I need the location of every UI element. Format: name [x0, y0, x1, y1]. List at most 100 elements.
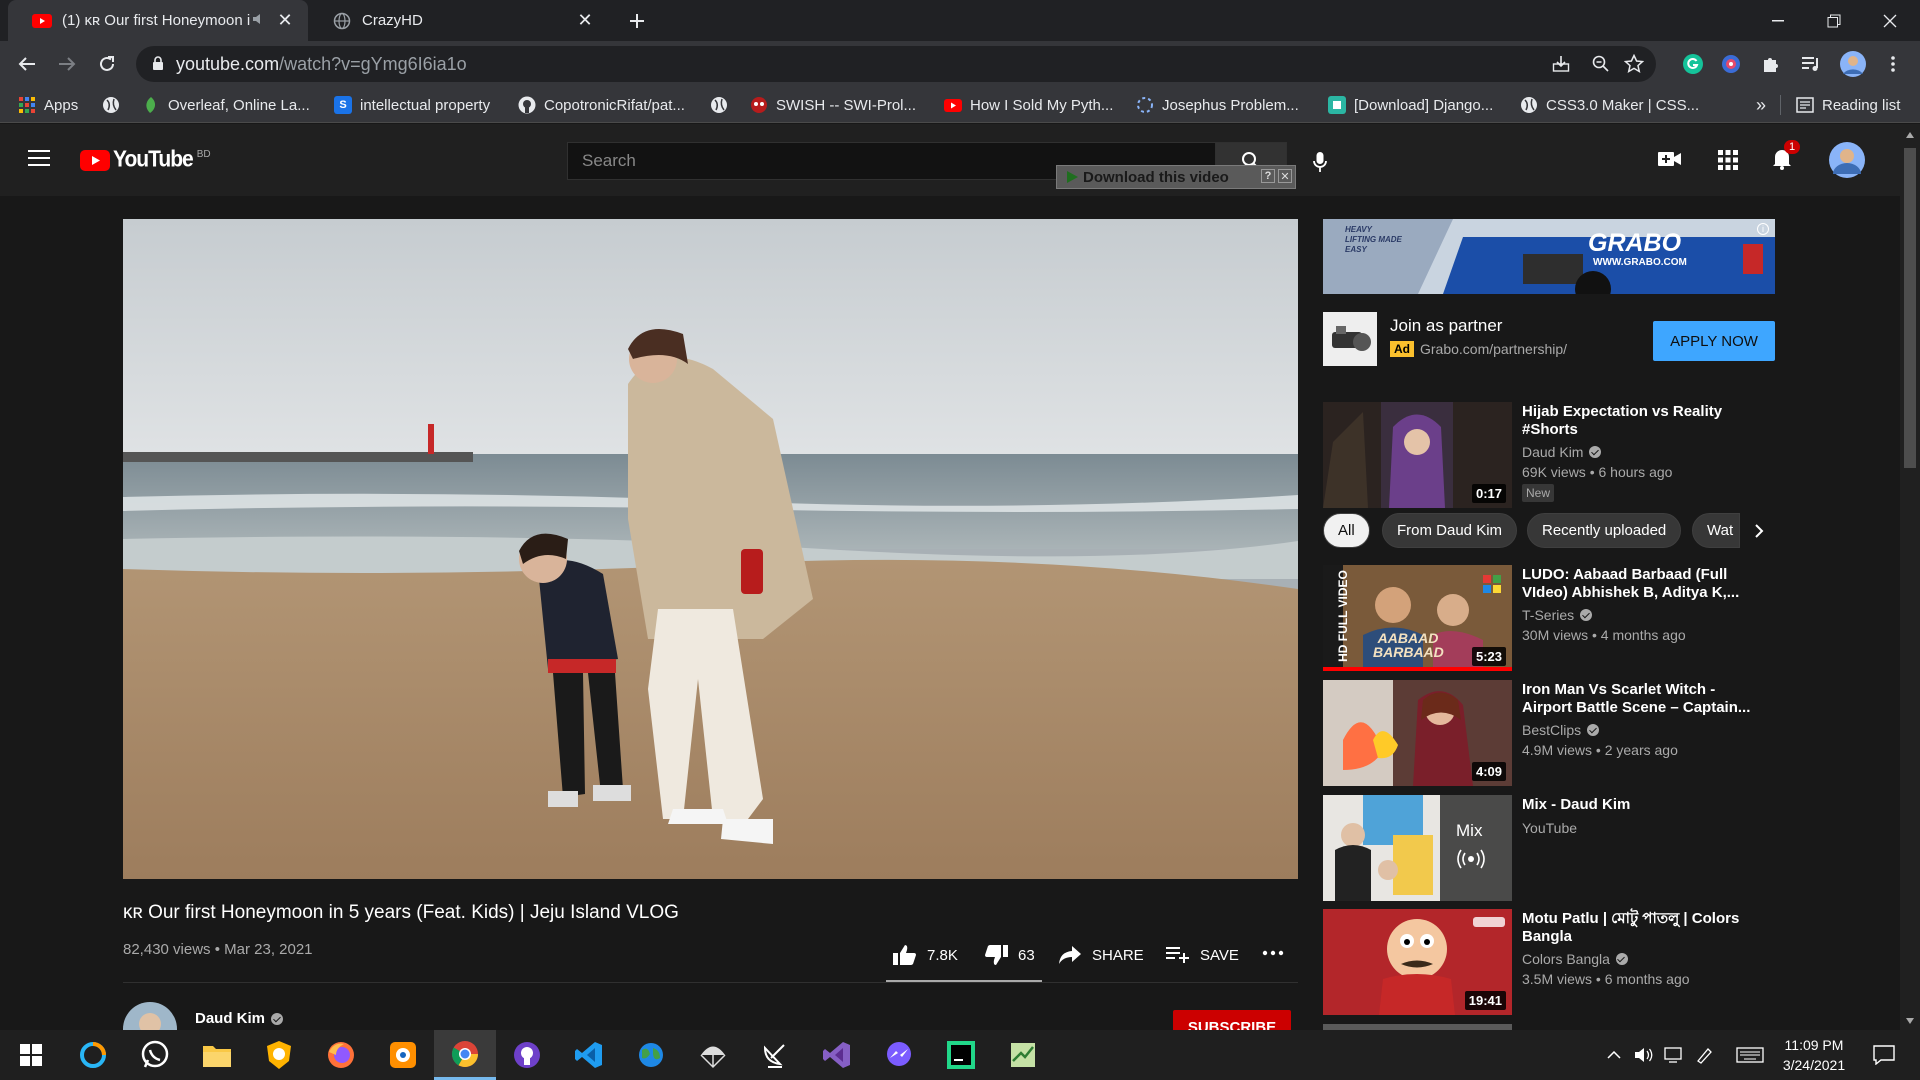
- ad-title[interactable]: Join as partner: [1390, 316, 1502, 336]
- clock[interactable]: 11:09 PM 3/24/2021: [1772, 1030, 1856, 1080]
- scroll-down-arrow-icon[interactable]: [1906, 1018, 1914, 1024]
- taskbar-app-whatsapp[interactable]: [124, 1030, 186, 1080]
- profile-avatar[interactable]: [1838, 49, 1868, 79]
- save-button[interactable]: SAVE: [1166, 940, 1239, 970]
- tab-close-icon[interactable]: ✕: [576, 11, 594, 29]
- related-thumbnail[interactable]: HD FULL VIDEO AABAAD BARBAAD 5:23: [1323, 565, 1512, 671]
- related-channel[interactable]: T-Series: [1522, 607, 1593, 623]
- help-icon[interactable]: ?: [1261, 169, 1275, 183]
- bookmark-css3-maker[interactable]: CSS3.0 Maker | CSS...: [1520, 87, 1699, 123]
- dislike-button[interactable]: 63: [984, 940, 1035, 970]
- notifications-button[interactable]: 1: [1772, 140, 1801, 170]
- taskbar-app-sync[interactable]: [62, 1030, 124, 1080]
- bookmark-swish[interactable]: SWISH -- SWI-Prol...: [750, 87, 916, 123]
- taskbar-app-pycharm[interactable]: [930, 1030, 992, 1080]
- bookmark-overleaf[interactable]: Overleaf, Online La...: [142, 87, 310, 123]
- tray-overflow-chevron-icon[interactable]: [1602, 1030, 1626, 1080]
- chips-next-button[interactable]: [1742, 513, 1776, 548]
- chrome-menu-icon[interactable]: [1878, 49, 1908, 79]
- like-button[interactable]: 7.8K: [893, 940, 958, 970]
- youtube-logo[interactable]: YouTube BD: [80, 147, 211, 172]
- bookmarks-overflow-button[interactable]: »: [1756, 87, 1766, 123]
- taskbar-app-globe[interactable]: [620, 1030, 682, 1080]
- related-channel[interactable]: Colors Bangla: [1522, 951, 1628, 967]
- taskbar-app-file-explorer[interactable]: [186, 1030, 248, 1080]
- related-thumbnail[interactable]: 0:17: [1323, 402, 1512, 508]
- taskbar-app-blender[interactable]: [372, 1030, 434, 1080]
- taskbar-app-balloon[interactable]: [682, 1030, 744, 1080]
- bookmark-django[interactable]: [Download] Django...: [1328, 87, 1493, 123]
- taskbar-app-brave[interactable]: [248, 1030, 310, 1080]
- bookmark-github-copotronic[interactable]: CopotronicRifat/pat...: [518, 87, 685, 123]
- related-title[interactable]: Hijab Expectation vs Reality #Shorts: [1522, 403, 1757, 439]
- create-video-button[interactable]: [1658, 150, 1682, 168]
- taskbar-app-spreadsheet[interactable]: [992, 1030, 1054, 1080]
- taskbar-app-visual-studio[interactable]: [806, 1030, 868, 1080]
- taskbar-app-firefox[interactable]: [310, 1030, 372, 1080]
- chip-from-daud-kim[interactable]: From Daud Kim: [1382, 513, 1518, 548]
- ad-banner[interactable]: GRABO WWW.GRABO.COM HEAVY LIFTING MADE E…: [1323, 219, 1775, 294]
- new-tab-button[interactable]: [622, 6, 652, 36]
- tab-youtube[interactable]: (1) ᴋʀ Our first Honeymoon i ✕: [8, 0, 308, 41]
- bookmark-globe-2[interactable]: [710, 87, 736, 123]
- apps-button[interactable]: [1718, 150, 1738, 170]
- windows-start-button[interactable]: [0, 1030, 62, 1080]
- chip-watched[interactable]: Wat: [1692, 513, 1740, 548]
- taskbar-app-satellite[interactable]: [744, 1030, 806, 1080]
- channel-name[interactable]: Daud Kim: [195, 1010, 284, 1027]
- account-avatar[interactable]: [1829, 142, 1865, 178]
- related-title[interactable]: Iron Man Vs Scarlet Witch - Airport Batt…: [1522, 681, 1757, 717]
- tab-audio-icon[interactable]: [252, 12, 266, 26]
- share-button[interactable]: SHARE: [1058, 940, 1144, 970]
- bookmark-youtube-python[interactable]: How I Sold My Pyth...: [944, 87, 1113, 123]
- apply-now-button[interactable]: APPLY NOW: [1653, 321, 1775, 361]
- grammarly-extension-icon[interactable]: [1678, 49, 1708, 79]
- channel-avatar[interactable]: [123, 1002, 177, 1030]
- taskbar-app-vscode[interactable]: [558, 1030, 620, 1080]
- voice-search-button[interactable]: [1302, 144, 1338, 180]
- extensions-puzzle-icon[interactable]: [1756, 49, 1786, 79]
- related-title[interactable]: Mix - Daud Kim: [1522, 796, 1757, 814]
- scroll-up-arrow-icon[interactable]: [1906, 132, 1914, 138]
- bookmark-globe[interactable]: [102, 87, 128, 123]
- action-center-notification-icon[interactable]: [1866, 1030, 1902, 1080]
- ad-info-icon[interactable]: i: [1757, 223, 1769, 235]
- address-bar[interactable]: youtube.com/watch?v=gYmg6I6ia1o: [136, 46, 1656, 82]
- tab-close-icon[interactable]: ✕: [276, 11, 294, 29]
- more-actions-button[interactable]: [1262, 950, 1284, 956]
- related-channel[interactable]: Daud Kim: [1522, 444, 1602, 460]
- reading-list-button[interactable]: Reading list: [1796, 87, 1900, 123]
- chip-recently-uploaded[interactable]: Recently uploaded: [1527, 513, 1682, 548]
- close-window-button[interactable]: [1862, 0, 1918, 41]
- volume-icon[interactable]: [1632, 1030, 1656, 1080]
- vpn-extension-icon[interactable]: [1716, 49, 1746, 79]
- zoom-icon[interactable]: [1592, 55, 1610, 73]
- bookmark-josephus[interactable]: Josephus Problem...: [1136, 87, 1299, 123]
- related-thumbnail[interactable]: 19:41: [1323, 909, 1512, 1015]
- ad-logo[interactable]: [1323, 312, 1377, 366]
- taskbar-app-github-desktop[interactable]: [496, 1030, 558, 1080]
- page-scrollbar[interactable]: [1900, 124, 1920, 1030]
- related-thumbnail[interactable]: 4:09: [1323, 680, 1512, 786]
- chip-all[interactable]: All: [1323, 513, 1370, 548]
- reload-button[interactable]: [92, 49, 122, 79]
- related-title[interactable]: LUDO: Aabaad Barbaad (Full VIdeo) Abhish…: [1522, 566, 1757, 602]
- bookmark-apps[interactable]: Apps: [18, 87, 78, 123]
- close-icon[interactable]: ✕: [1278, 169, 1292, 183]
- media-control-icon[interactable]: [1796, 49, 1826, 79]
- minimize-button[interactable]: [1750, 0, 1806, 41]
- related-title[interactable]: Motu Patlu | মোটু পাতলু | Colors Bangla: [1522, 910, 1757, 946]
- install-icon[interactable]: [1552, 55, 1570, 73]
- hamburger-menu-icon[interactable]: [28, 150, 50, 166]
- bookmark-star-icon[interactable]: [1624, 54, 1644, 74]
- download-video-extension-bar[interactable]: Download this video ? ✕: [1056, 165, 1296, 189]
- network-icon[interactable]: [1662, 1030, 1686, 1080]
- related-channel[interactable]: BestClips: [1522, 722, 1600, 738]
- tab-crazyhd[interactable]: CrazyHD ✕: [308, 0, 608, 41]
- bookmark-intellectual-property[interactable]: S intellectual property: [334, 87, 490, 123]
- video-player[interactable]: [123, 219, 1298, 879]
- mix-thumbnail[interactable]: Mix: [1323, 795, 1512, 901]
- back-button[interactable]: [12, 49, 42, 79]
- forward-button[interactable]: [52, 49, 82, 79]
- subscribe-button[interactable]: SUBSCRIBE: [1173, 1010, 1291, 1030]
